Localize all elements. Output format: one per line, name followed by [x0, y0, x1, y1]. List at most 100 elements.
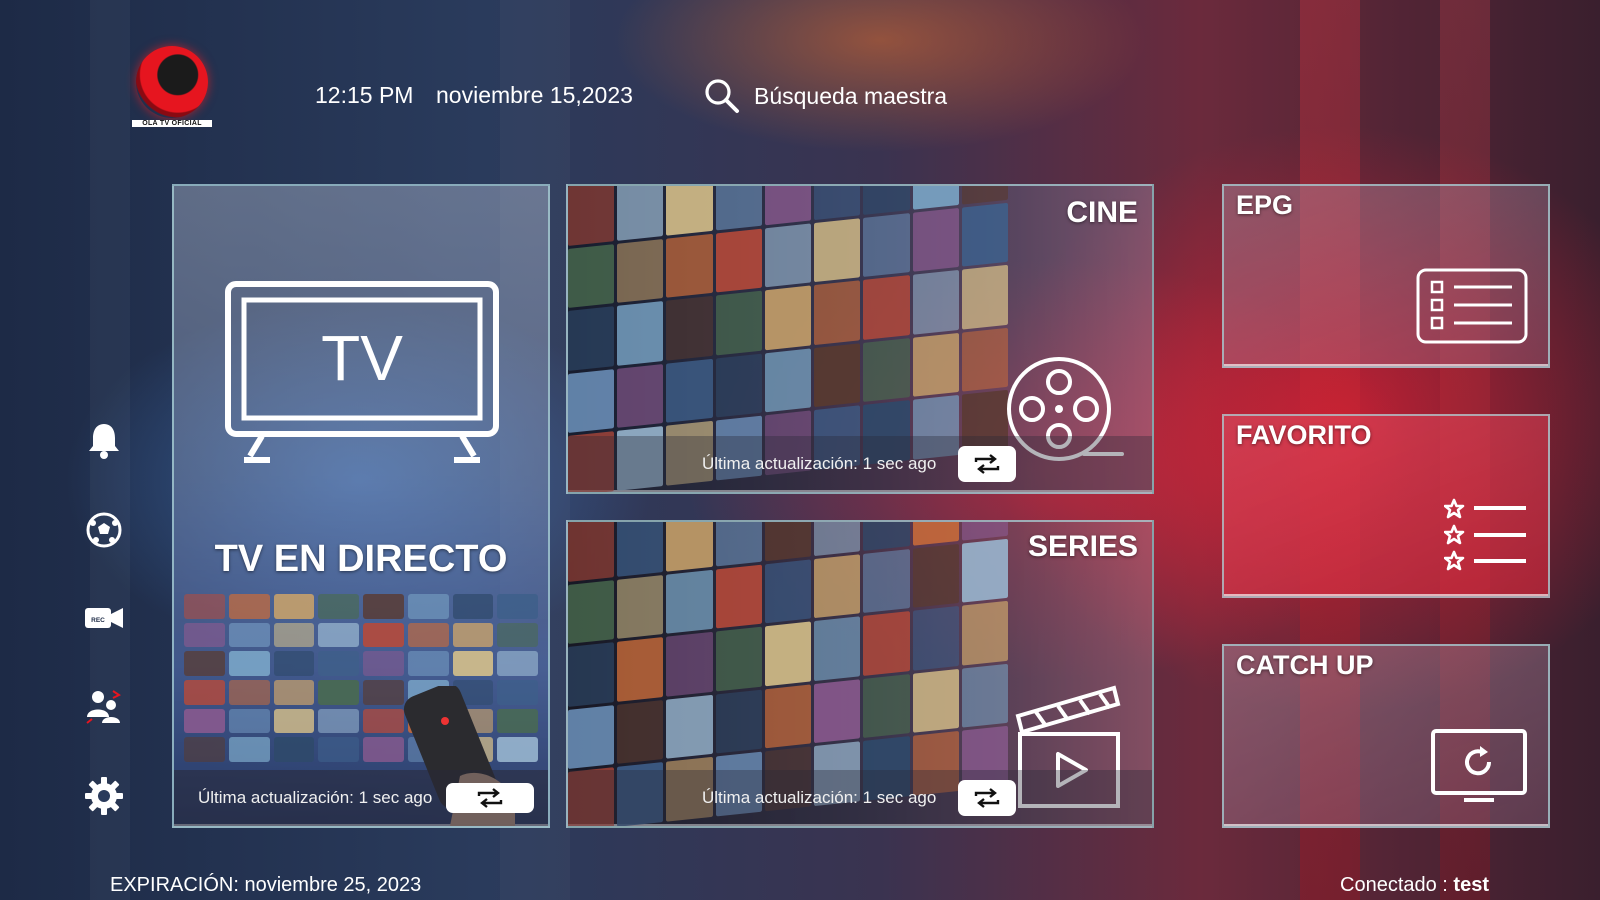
thumbnail: [184, 708, 225, 734]
thumbnail: [715, 564, 762, 629]
thumbnail: [961, 264, 1008, 330]
thumbnail: [184, 737, 225, 762]
series-title: SERIES: [1027, 530, 1138, 563]
thumbnail: [568, 186, 615, 246]
series-tile[interactable]: SERIES Última actualización: 1 sec ago: [566, 520, 1154, 828]
thumbnail: [912, 668, 959, 734]
thumbnail: [863, 522, 910, 551]
thumbnail: [715, 689, 762, 754]
thumbnail: [814, 280, 861, 345]
thumbnail: [318, 622, 359, 648]
thumbnail: [666, 186, 713, 236]
thumbnail: [228, 708, 270, 734]
thumbnail: [273, 737, 315, 762]
thumbnail: [961, 522, 1008, 541]
thumbnail: [407, 651, 449, 676]
thumbnail: [568, 522, 615, 582]
notifications-button[interactable]: [82, 418, 126, 462]
thumbnail: [764, 621, 812, 687]
thumbnail: [184, 622, 225, 648]
star-list-icon: [1444, 498, 1526, 571]
switch-user-button[interactable]: [82, 684, 126, 728]
thumbnail: [452, 622, 494, 648]
thumbnail: [497, 651, 538, 676]
epg-title: EPG: [1236, 190, 1294, 220]
thumbnail: [617, 186, 664, 241]
live-tv-tile[interactable]: TV TV EN DIRECTO Última actualización: 1…: [172, 184, 550, 828]
thumbnail: [617, 363, 664, 429]
guide-list-icon: [1416, 268, 1528, 344]
sports-button[interactable]: [82, 508, 126, 552]
live-refresh-button[interactable]: [446, 783, 535, 813]
thumbnail: [617, 522, 664, 577]
thumbnail: [568, 368, 615, 434]
thumbnail: [814, 553, 861, 619]
recordings-button[interactable]: REC: [82, 596, 126, 640]
current-date: noviembre 15,2023: [436, 82, 633, 108]
epg-tile[interactable]: EPG: [1222, 184, 1550, 368]
thumbnail: [318, 679, 359, 705]
thumbnail: [273, 679, 315, 705]
favorites-title: FAVORITO: [1236, 420, 1372, 450]
settings-button[interactable]: [82, 774, 126, 818]
thumbnail: [318, 594, 359, 619]
thumbnail: [715, 228, 762, 293]
series-update-text: Última actualización: 1 sec ago: [702, 788, 937, 807]
thumbnail: [228, 679, 270, 705]
refresh-icon: [975, 788, 1000, 808]
thumbnail: [568, 243, 615, 309]
thumbnail: [228, 594, 270, 619]
thumbnail: [912, 207, 959, 272]
search-icon: [705, 79, 739, 113]
refresh-icon: [478, 788, 503, 808]
thumbnail: [363, 737, 404, 762]
thumbnail: [764, 223, 812, 288]
thumbnail: [912, 606, 959, 671]
thumbnail: [764, 559, 812, 624]
logo-text: OLA TV OFICIAL: [132, 120, 212, 127]
refresh-icon: [975, 454, 1000, 474]
thumbnail: [814, 217, 861, 283]
thumbnail: [863, 548, 910, 614]
thumbnail: [363, 594, 404, 619]
movies-tile[interactable]: CINE Última actualización: 1 sec ago: [566, 184, 1154, 494]
thumbnail: [318, 708, 359, 734]
thumbnail: [863, 337, 910, 403]
thumbnail: [407, 594, 449, 619]
catchup-tile[interactable]: CATCH UP: [1222, 644, 1550, 828]
thumbnail: [497, 622, 538, 648]
thumbnail: [666, 631, 713, 697]
thumbnail: [764, 285, 812, 351]
thumbnail: [961, 600, 1008, 666]
series-refresh-button[interactable]: [958, 780, 1017, 816]
thumbnail: [228, 737, 270, 762]
thumbnail: [912, 543, 959, 608]
thumbnail: [273, 594, 315, 619]
thumbnail: [568, 704, 615, 770]
thumbnail: [814, 679, 861, 744]
thumbnail: [715, 353, 762, 418]
thumbnail: [666, 295, 713, 361]
thumbnail: [363, 679, 404, 705]
thumbnail: [452, 594, 494, 619]
thumbnail: [184, 679, 225, 705]
bell-icon: [89, 424, 119, 459]
master-search-button[interactable]: Búsqueda maestra: [702, 76, 947, 116]
thumbnail: [184, 594, 225, 619]
favorites-tile[interactable]: FAVORITO: [1222, 414, 1550, 598]
thumbnail: [318, 651, 359, 676]
movies-update-text: Última actualización: 1 sec ago: [702, 454, 937, 473]
thumbnail: [568, 642, 615, 707]
movies-refresh-button[interactable]: [958, 446, 1017, 482]
thumbnail: [666, 694, 713, 760]
thumbnail: [961, 202, 1008, 267]
thumbnail: [617, 574, 664, 640]
thumbnail: [666, 233, 713, 298]
thumbnail: [912, 270, 959, 335]
thumbnail: [363, 622, 404, 648]
movies-update-bar: Última actualización: 1 sec ago: [568, 436, 1152, 492]
rec-camera-icon: REC: [85, 608, 123, 628]
thumbnail: [764, 684, 812, 749]
thumbnail: [863, 212, 910, 278]
thumbnail: [363, 651, 404, 676]
